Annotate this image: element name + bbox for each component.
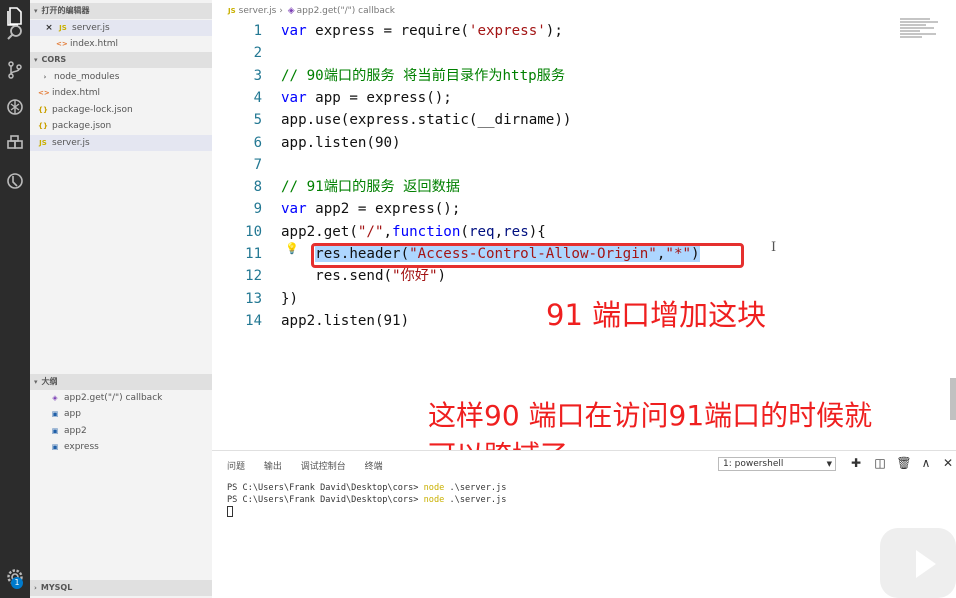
source-control-icon[interactable] (4, 59, 26, 81)
line-number: 4 (253, 89, 262, 106)
editor-scrollbar[interactable] (950, 378, 956, 420)
text-cursor-icon: I (771, 240, 777, 255)
line-number: 10 (245, 223, 262, 240)
project-header[interactable]: ▾ CORS (30, 52, 212, 68)
cube-icon: ◈ (287, 6, 295, 16)
terminal-cursor-line (227, 506, 506, 518)
js-file-icon: JS (228, 7, 236, 15)
outline-header[interactable]: ▾ 大纲 (30, 374, 212, 390)
chevron-up-icon[interactable]: ∧ (918, 455, 934, 471)
chevron-right-icon: › (34, 584, 37, 592)
code-text[interactable]: // 91端口的服务 返回数据 (281, 176, 460, 198)
open-editor-index-html[interactable]: <> index.html (30, 36, 212, 52)
outline-item-callback[interactable]: ◈ app2.get("/") callback (30, 390, 212, 406)
panel-tabs: 问题 输出 调试控制台 终端 (227, 459, 399, 472)
breadcrumb: JS server.js › ◈ app2.get("/") callback (228, 6, 396, 16)
tree-item-package-lock-json[interactable]: {} package-lock.json (30, 102, 212, 118)
json-file-icon: {} (38, 122, 48, 130)
code-text[interactable]: app2.get("/",function(req,res){ (281, 221, 546, 243)
remote-icon[interactable] (4, 170, 26, 192)
chevron-down-icon: ▾ (34, 378, 38, 386)
search-icon[interactable] (4, 22, 26, 44)
tab-terminal[interactable]: 终端 (365, 462, 383, 472)
outline-item-app2[interactable]: ▣ app2 (30, 423, 212, 439)
trash-icon[interactable]: 🗑 (896, 455, 912, 471)
terminal-line: PS C:\Users\Frank David\Desktop\cors> no… (227, 483, 507, 493)
tree-item-node-modules[interactable]: › node_modules (30, 69, 212, 85)
tab-output[interactable]: 输出 (264, 462, 282, 472)
code-text[interactable]: var app2 = express(); (281, 198, 460, 220)
code-text[interactable]: app.listen(90) (281, 132, 401, 154)
play-button[interactable] (880, 528, 956, 598)
outline-item-express[interactable]: ▣ express (30, 439, 212, 455)
variable-icon: ▣ (51, 443, 59, 451)
plus-icon[interactable]: ✚ (848, 455, 864, 471)
extensions-icon[interactable] (4, 133, 26, 155)
close-icon[interactable]: × (44, 20, 54, 36)
play-icon (916, 550, 936, 578)
html-file-icon: <> (38, 89, 50, 97)
code-text[interactable]: var express = require('express'); (281, 20, 563, 42)
html-file-icon: <> (56, 40, 68, 48)
minimap[interactable] (900, 18, 940, 44)
highlight-box (311, 243, 744, 268)
line-number: 5 (253, 112, 262, 129)
line-number: 6 (253, 134, 262, 151)
chevron-down-icon: ▼ (826, 460, 832, 468)
tree-item-index-html[interactable]: <> index.html (30, 85, 212, 101)
line-number: 3 (253, 67, 262, 84)
explorer-sidebar: ▾ 打开的编辑器 × JS server.js <> index.html ▾ CORS … (30, 0, 212, 598)
terminal-cursor (227, 506, 233, 517)
line-number: 13 (245, 290, 262, 307)
line-number: 7 (253, 156, 262, 173)
variable-icon: ▣ (51, 427, 59, 435)
code-text[interactable]: var app = express(); (281, 87, 452, 109)
terminal-line: PS C:\Users\Frank David\Desktop\cors> no… (227, 495, 507, 505)
line-number: 9 (253, 201, 262, 218)
notification-badge: 1 (11, 577, 23, 589)
annotation-add-block: 91 端口增加这块 (546, 298, 767, 332)
line-number: 8 (253, 179, 262, 196)
debug-icon[interactable] (4, 96, 26, 118)
line-number: 1 (253, 23, 262, 39)
line-number: 14 (245, 312, 262, 329)
code-text[interactable]: }) (281, 288, 298, 310)
js-file-icon: JS (59, 24, 67, 32)
chevron-right-icon: › (43, 73, 47, 81)
open-editor-server-js[interactable]: × JS server.js (30, 20, 212, 36)
terminal-select[interactable]: 1: powershell ▼ (718, 457, 836, 471)
js-file-icon: JS (39, 139, 47, 147)
split-icon[interactable]: ◫ (872, 455, 888, 471)
code-editor[interactable]: JS server.js › ◈ app2.get("/") callback 1 v… (212, 0, 956, 472)
outline-item-app[interactable]: ▣ app (30, 406, 212, 422)
lightbulb-icon[interactable]: 💡 (285, 242, 299, 255)
mysql-header[interactable]: › MYSQL (30, 580, 212, 596)
line-number: 12 (245, 268, 262, 285)
tab-problems[interactable]: 问题 (227, 462, 245, 472)
tab-debug-console[interactable]: 调试控制台 (301, 462, 346, 472)
line-number: 11 (245, 246, 262, 262)
bottom-panel: 问题 输出 调试控制台 终端 1: powershell ▼ ✚ ◫ 🗑 ∧ ✕ … (212, 450, 956, 598)
line-number: 2 (253, 45, 262, 62)
tree-item-package-json[interactable]: {} package.json (30, 118, 212, 134)
code-text[interactable]: // 90端口的服务 将当前目录作为http服务 (281, 65, 565, 87)
chevron-down-icon: ▾ (34, 56, 38, 64)
close-icon[interactable]: ✕ (940, 455, 956, 471)
json-file-icon: {} (38, 106, 48, 114)
code-text[interactable]: res.send("你好") (281, 265, 446, 287)
open-editors-header[interactable]: ▾ 打开的编辑器 (30, 3, 212, 19)
variable-icon: ▣ (51, 410, 59, 418)
code-text[interactable]: app2.listen(91) (281, 310, 409, 332)
code-text[interactable]: app.use(express.static(__dirname)) (281, 109, 571, 131)
chevron-down-icon: ▾ (34, 7, 38, 15)
tree-item-server-js[interactable]: JS server.js (30, 135, 212, 151)
terminal-output[interactable]: PS C:\Users\Frank David\Desktop\cors> no… (227, 482, 506, 518)
cube-icon: ◈ (52, 394, 58, 402)
activity-bar: 1 (0, 0, 30, 598)
